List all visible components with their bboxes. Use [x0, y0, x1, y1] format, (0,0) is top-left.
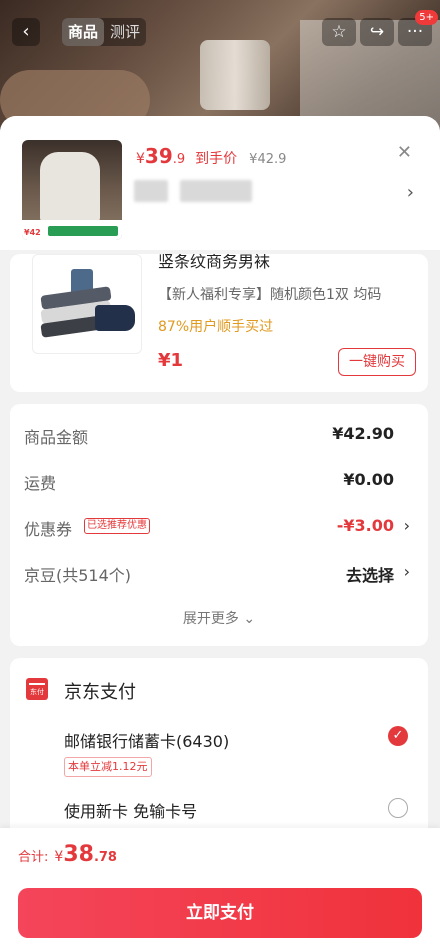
price-decimal: .9 [172, 152, 186, 167]
checkout-footer: 合计: ¥ 38 .78 立即支付 [0, 828, 440, 947]
expand-label: 展开更多 [182, 611, 239, 627]
thumbnail-tank-top [40, 152, 100, 222]
coupon-tag: 已选推荐优惠 [84, 518, 150, 534]
close-button[interactable]: ✕ [397, 142, 412, 163]
total-decimal: .78 [93, 850, 117, 865]
share-button[interactable]: ↪ [360, 18, 394, 46]
row-label: 运费 [24, 474, 57, 493]
total-amount: 合计: ¥ 38 .78 [18, 842, 117, 867]
chevron-right-icon: › [403, 516, 410, 535]
star-icon: ☆ [331, 22, 347, 42]
message-badge: 5+ [415, 10, 438, 25]
total-label: 合计: [18, 850, 49, 865]
socks-image [32, 254, 142, 354]
more-button[interactable]: ··· 5+ [398, 10, 438, 46]
thumbnail-price: ¥42 [24, 228, 41, 237]
spec-blurred-2 [180, 180, 252, 202]
expand-more-button[interactable]: 展开更多 ⌄ [10, 608, 428, 628]
row-label: 商品金额 [24, 428, 89, 447]
card-selected-check[interactable]: ✓ [388, 726, 408, 746]
sock-shape [95, 305, 135, 331]
row-value: 去选择 [345, 566, 394, 585]
summary-row-coupon[interactable]: 优惠券 已选推荐优惠 -¥3.00 › [24, 516, 410, 540]
final-price-label: 到手价 [195, 151, 238, 167]
summary-row-shipping: 运费 ¥0.00 [24, 470, 404, 494]
row-label: 京豆(共514个) [24, 566, 132, 585]
total-integer: 38 [63, 842, 94, 867]
original-price: ¥42.9 [249, 152, 287, 167]
summary-row-jingdou[interactable]: 京豆(共514个) 去选择 › [24, 562, 410, 586]
tab-product[interactable]: 商品 [62, 18, 105, 46]
more-icon: ··· [406, 22, 424, 42]
row-value: ¥0.00 [343, 470, 394, 489]
new-card-option[interactable]: 使用新卡 免输卡号 [64, 798, 197, 822]
order-summary-card: 商品金额 ¥42.90 运费 ¥0.00 优惠券 已选推荐优惠 -¥3.00 ›… [10, 404, 428, 646]
total-symbol: ¥ [54, 849, 64, 865]
price-symbol: ¥ [136, 151, 145, 167]
price-row: ¥ 39 .9 到手价 ¥42.9 [136, 144, 286, 168]
addon-description: 【新人福利专享】随机颜色1双 均码 [158, 287, 382, 303]
chevron-down-icon: ⌄ [243, 611, 256, 627]
favorite-button[interactable]: ☆ [322, 18, 356, 46]
jd-pay-icon: 东付 [26, 678, 48, 700]
price-integer: 39 [144, 144, 173, 168]
chevron-left-icon: ‹ [22, 21, 30, 42]
close-icon: ✕ [396, 142, 412, 163]
bank-card-option[interactable]: 邮储银行储蓄卡(6430) [64, 728, 229, 752]
pay-now-button[interactable]: 立即支付 [18, 888, 422, 938]
one-click-buy-button[interactable]: 一键购买 [338, 348, 416, 376]
new-card-radio[interactable] [388, 798, 408, 818]
thumbnail-tag [48, 226, 118, 236]
header-actions: ☆ ↪ ··· 5+ [322, 10, 438, 46]
addon-note: 87%用户顺手买过 [158, 319, 274, 335]
addon-price: ¥1 [158, 350, 184, 371]
chevron-right-icon: › [403, 562, 410, 581]
product-thumbnail: ¥42 [22, 140, 122, 240]
header-tabs: 商品 测评 [62, 18, 147, 46]
payment-title: 京东支付 [64, 682, 136, 703]
checkout-sheet: ¥42 ¥ 39 .9 到手价 ¥42.9 ✕ › 竖条纹商务男袜 【新人福利专… [0, 116, 440, 947]
addon-product-card: 竖条纹商务男袜 【新人福利专享】随机颜色1双 均码 87%用户顺手买过 ¥1 一… [10, 254, 428, 392]
card-discount-badge: 本单立减1.12元 [64, 757, 152, 777]
row-label: 优惠券 [24, 520, 73, 539]
summary-row-goods: 商品金额 ¥42.90 [24, 424, 404, 448]
addon-title: 竖条纹商务男袜 [158, 254, 271, 271]
spec-selector[interactable]: › [407, 182, 414, 203]
chevron-right-icon: › [406, 182, 414, 203]
row-value: -¥3.00 [336, 516, 394, 535]
row-value: ¥42.90 [332, 424, 394, 443]
back-button[interactable]: ‹ [12, 18, 40, 46]
spec-blurred-1 [134, 180, 168, 202]
check-icon: ✓ [392, 728, 404, 743]
top-nav-bar: ‹ 商品 测评 ☆ ↪ ··· 5+ [0, 10, 440, 54]
product-summary-header: ¥42 ¥ 39 .9 到手价 ¥42.9 ✕ › [0, 116, 440, 250]
share-icon: ↪ [369, 22, 385, 42]
tab-review[interactable]: 测评 [104, 18, 146, 46]
